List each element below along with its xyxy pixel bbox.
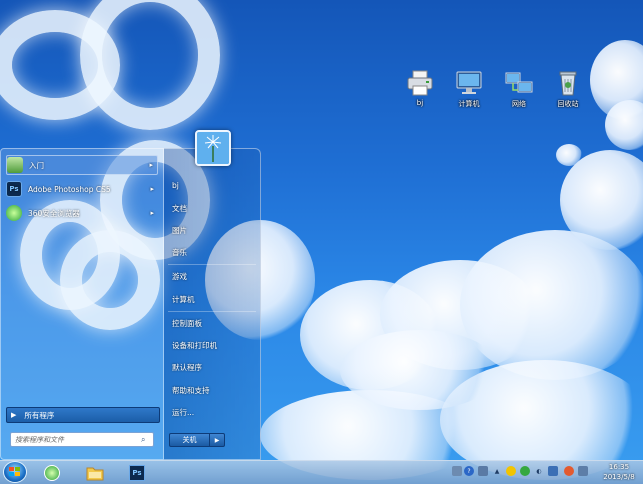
- pinned-item-label: 360安全浏览器: [28, 208, 80, 218]
- start-menu-item-360-browser[interactable]: 360安全浏览器 ▸: [6, 203, 158, 223]
- network-tray-icon[interactable]: ◐: [534, 466, 544, 476]
- search-icon: ⌕: [141, 434, 146, 444]
- pen-icon[interactable]: [478, 466, 488, 476]
- pinned-item-label: 入门: [29, 160, 44, 170]
- start-right-item-computer[interactable]: 计算机: [172, 294, 195, 305]
- desktop-icon-computer[interactable]: 计算机: [447, 70, 491, 109]
- desktop-icon-label: bj: [416, 99, 424, 107]
- start-right-item-documents[interactable]: 文档: [172, 203, 187, 214]
- browser-360-icon: [6, 205, 22, 221]
- start-right-item-run[interactable]: 运行...: [172, 407, 194, 418]
- start-right-item-user[interactable]: bj: [172, 181, 179, 190]
- start-right-item-default-programs[interactable]: 默认程序: [172, 362, 202, 373]
- desktop-icon-label: 网络: [512, 100, 526, 108]
- windows-logo-icon: [9, 467, 20, 476]
- all-programs-label: 所有程序: [24, 410, 55, 420]
- qq-icon[interactable]: [564, 466, 574, 476]
- shutdown-button[interactable]: 关机: [170, 434, 210, 446]
- security-icon[interactable]: [506, 466, 516, 476]
- photoshop-icon: Ps: [6, 181, 22, 197]
- desktop-icon-printer[interactable]: bj: [398, 70, 442, 107]
- taskbar-photoshop-button[interactable]: Ps: [121, 462, 153, 483]
- taskbar-explorer-button[interactable]: [79, 462, 111, 483]
- all-programs-button[interactable]: ▶ 所有程序: [6, 407, 160, 423]
- start-right-item-control-panel[interactable]: 控制面板: [172, 318, 202, 329]
- start-right-item-music[interactable]: 音乐: [172, 247, 187, 258]
- start-right-item-pictures[interactable]: 图片: [172, 225, 187, 236]
- desktop-icon-network[interactable]: 网络: [497, 70, 541, 109]
- triangle-right-icon: ▶: [11, 411, 17, 419]
- pinned-item-label: Adobe Photoshop CS5: [28, 184, 111, 194]
- printer-icon: [406, 70, 434, 96]
- folder-icon: [86, 467, 104, 480]
- help-icon[interactable]: ?: [464, 466, 474, 476]
- clock-time: 16:35: [608, 463, 630, 471]
- computer-icon: [455, 70, 483, 96]
- start-right-item-devices-printers[interactable]: 设备和打印机: [172, 340, 217, 351]
- user-account-picture[interactable]: [195, 130, 231, 166]
- start-search-box[interactable]: ⌕: [10, 432, 154, 447]
- start-right-item-help[interactable]: 帮助和支持: [172, 385, 210, 396]
- start-button[interactable]: [3, 461, 27, 483]
- chevron-right-icon: ▸: [150, 185, 154, 193]
- chevron-up-icon[interactable]: ▲: [492, 466, 502, 476]
- taskbar-360-browser-button[interactable]: [36, 462, 68, 483]
- network-icon: [505, 70, 533, 96]
- shutdown-button-group: 关机 ▶: [169, 433, 225, 447]
- desktop-icon-recycle-bin[interactable]: 回收站: [546, 70, 590, 109]
- clock-date: 2013/5/8: [603, 473, 635, 481]
- chevron-right-icon: ▸: [149, 161, 153, 169]
- start-right-item-games[interactable]: 游戏: [172, 271, 187, 282]
- browser-360-icon: [44, 464, 60, 481]
- system-clock[interactable]: 16:35 2013/5/8: [598, 462, 640, 482]
- start-menu-item-getting-started[interactable]: 入门 ▸: [6, 155, 158, 175]
- start-menu-divider: [168, 264, 256, 265]
- speaker-icon[interactable]: [548, 466, 558, 476]
- volume-icon[interactable]: [578, 466, 588, 476]
- keyboard-icon[interactable]: [452, 466, 462, 476]
- start-search-input[interactable]: [15, 435, 141, 444]
- recycle-bin-icon: [554, 70, 582, 96]
- start-menu-item-photoshop[interactable]: Ps Adobe Photoshop CS5 ▸: [6, 179, 158, 199]
- 360-safe-icon[interactable]: [520, 466, 530, 476]
- shutdown-options-arrow-icon[interactable]: ▶: [210, 434, 224, 446]
- desktop-icon-label: 计算机: [458, 100, 480, 108]
- start-menu-divider: [168, 311, 256, 312]
- getting-started-icon: [7, 157, 23, 173]
- desktop-icon-label: 回收站: [557, 100, 579, 108]
- photoshop-icon: Ps: [129, 464, 145, 481]
- chevron-right-icon: ▸: [150, 209, 154, 217]
